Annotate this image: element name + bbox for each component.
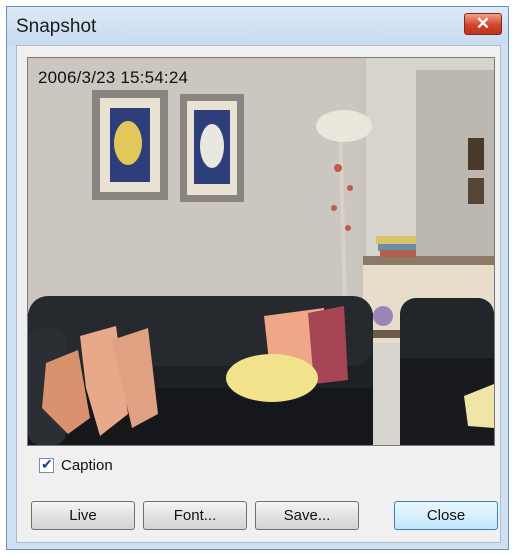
title-bar[interactable]: Snapshot ✕	[7, 7, 508, 45]
checkmark-icon: ✔	[41, 456, 53, 472]
save-button[interactable]: Save...	[255, 501, 359, 530]
live-button[interactable]: Live	[31, 501, 135, 530]
close-icon[interactable]: ✕	[464, 13, 502, 35]
caption-checkbox[interactable]: ✔	[39, 456, 54, 473]
window-title: Snapshot	[16, 16, 97, 37]
close-button[interactable]: Close	[394, 501, 498, 530]
snapshot-image: 2006/3/23 15:54:24	[27, 57, 495, 446]
snapshot-window: Snapshot ✕ 2006/3/23 15:54:24 ✔ Caption …	[6, 6, 509, 550]
image-timestamp: 2006/3/23 15:54:24	[38, 68, 189, 87]
caption-label[interactable]: Caption	[61, 457, 113, 474]
dialog-body: 2006/3/23 15:54:24 ✔ Caption Live Font..…	[16, 45, 501, 543]
font-button[interactable]: Font...	[143, 501, 247, 530]
